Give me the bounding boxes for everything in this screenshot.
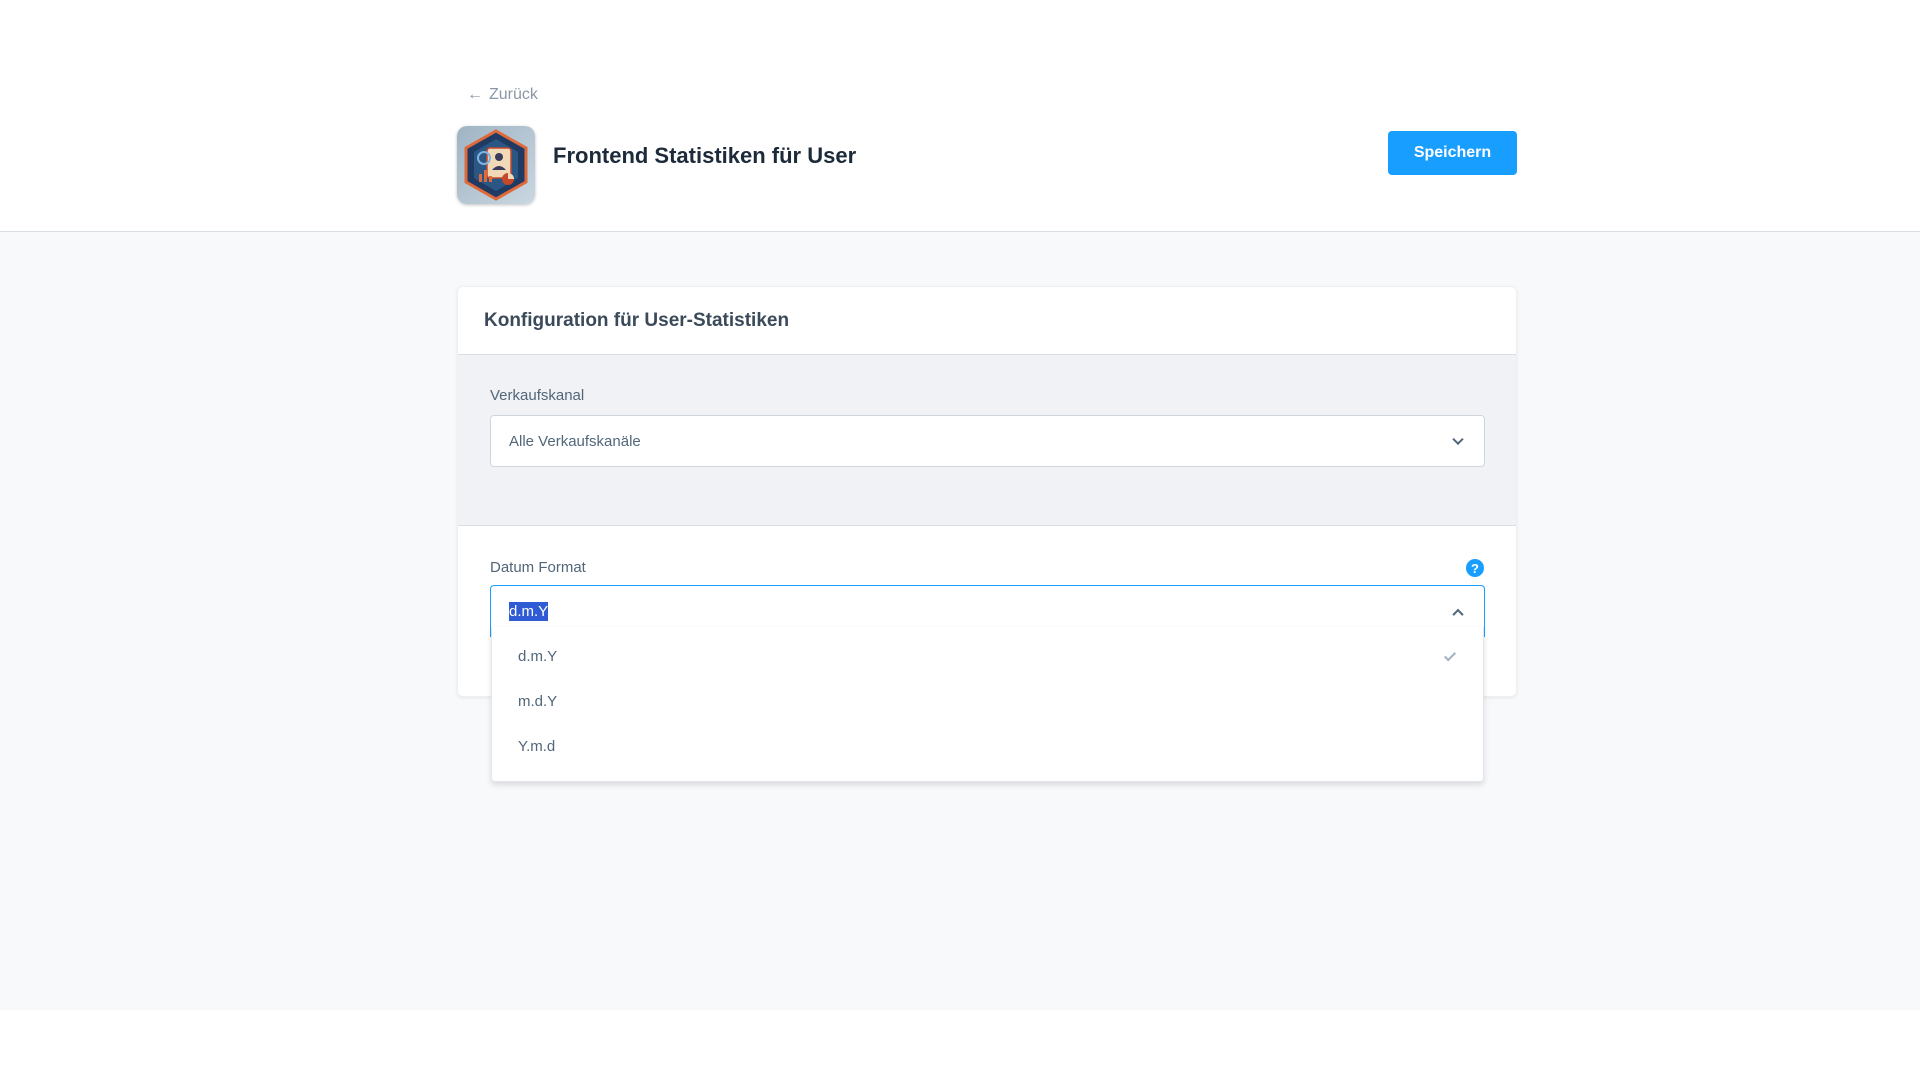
- dropdown-option[interactable]: Y.m.d: [492, 724, 1483, 769]
- dropdown-option-label: m.d.Y: [518, 693, 558, 710]
- dropdown-option-label: Y.m.d: [518, 738, 556, 755]
- card-title: Konfiguration für User-Statistiken: [484, 309, 790, 331]
- chevron-up-icon: [1452, 608, 1464, 620]
- page-header: ← Zurück Frontend Statistiken für User S…: [0, 0, 1920, 232]
- date-format-dropdown: d.m.Y m.d.Y Y.m.d: [491, 627, 1484, 782]
- sales-channel-section: Verkaufskanal Alle Verkaufskanäle: [458, 355, 1516, 526]
- card-header: Konfiguration für User-Statistiken: [458, 287, 1516, 355]
- save-button[interactable]: Speichern: [1388, 131, 1517, 175]
- sales-channel-value: Alle Verkaufskanäle: [509, 432, 641, 450]
- statistics-app-icon: [457, 126, 535, 204]
- back-link[interactable]: ← Zurück: [467, 86, 538, 104]
- arrow-left-icon: ←: [467, 86, 483, 103]
- checkmark-icon: [1443, 648, 1457, 661]
- page-footer-area: [0, 1010, 1920, 1080]
- dropdown-option[interactable]: d.m.Y: [492, 634, 1483, 679]
- date-format-label: Datum Format: [490, 559, 586, 576]
- chevron-down-icon: [1452, 433, 1464, 446]
- sales-channel-label: Verkaufskanal: [490, 387, 585, 404]
- dropdown-option-label: d.m.Y: [518, 648, 558, 665]
- page-title: Frontend Statistiken für User: [553, 143, 857, 168]
- dropdown-option[interactable]: m.d.Y: [492, 679, 1483, 724]
- help-icon[interactable]: ?: [1466, 559, 1484, 577]
- date-format-value: d.m.Y: [509, 602, 549, 621]
- back-link-label: Zurück: [489, 86, 538, 103]
- sales-channel-select[interactable]: Alle Verkaufskanäle: [490, 415, 1485, 467]
